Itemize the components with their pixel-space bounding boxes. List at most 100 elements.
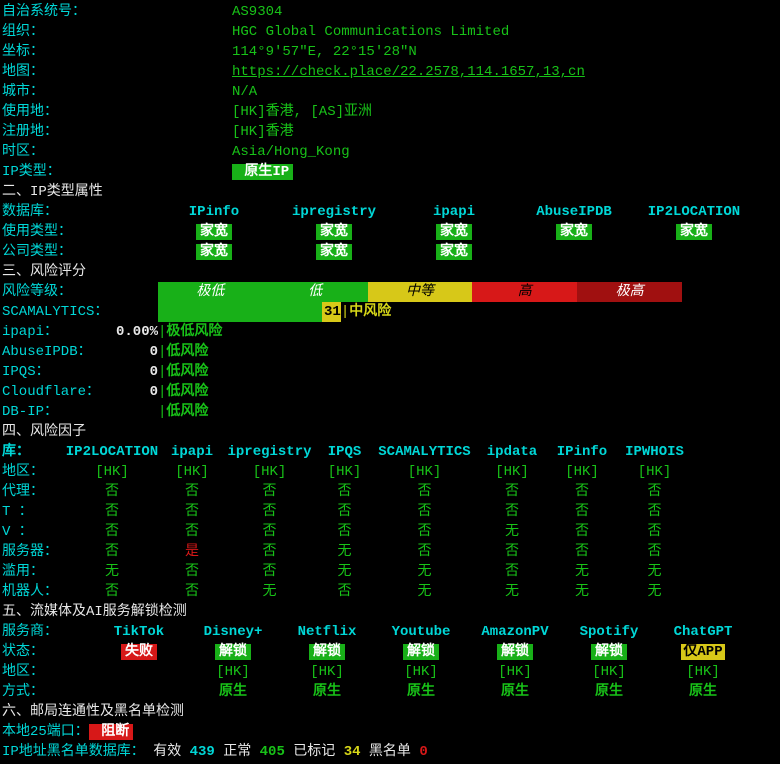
factor-row: 滥用：无否否无无否无无	[2, 562, 780, 582]
label: 使用地：	[2, 102, 232, 122]
region-cell: [HK]	[186, 662, 280, 682]
factor-cell: 否	[317, 522, 372, 542]
score: 0	[110, 362, 158, 382]
badge: 家宽	[196, 224, 232, 240]
label: 滥用：	[2, 562, 62, 582]
sep: |	[158, 322, 166, 342]
method-cell: 原生	[374, 682, 468, 702]
section-5-header: 五、流媒体及AI服务解锁检测	[2, 602, 780, 622]
factor-cell: 否	[62, 522, 162, 542]
badge: 阻断	[89, 724, 133, 740]
factor-header: ipregistry	[222, 442, 317, 462]
badge: 家宽	[676, 224, 712, 240]
map-link[interactable]: https://check.place/22.2578,114.1657,13,…	[232, 64, 585, 80]
bl-valid-label: 有效	[153, 744, 189, 760]
factor-cell: [HK]	[372, 462, 477, 482]
factor-cell: 否	[617, 542, 692, 562]
factor-cell: 无	[547, 562, 617, 582]
factor-header: IPWHOIS	[617, 442, 692, 462]
provider-header: AmazonPV	[468, 622, 562, 642]
risk-text: 低风险	[166, 342, 208, 362]
label: ipapi：	[2, 322, 110, 342]
value: HGC Global Communications Limited	[232, 24, 509, 40]
value: Asia/Hong_Kong	[232, 144, 350, 160]
label: 使用类型：	[2, 222, 154, 242]
factor-row: V ：否否否否否无否否	[2, 522, 780, 542]
region-cell: [HK]	[468, 662, 562, 682]
factor-cell: 否	[317, 582, 372, 602]
label: 服务商：	[2, 622, 92, 642]
factor-cell: 否	[62, 542, 162, 562]
method-cell: 原生	[186, 682, 280, 702]
info-reg: 注册地：[HK]香港	[2, 122, 780, 142]
factor-cell: [HK]	[317, 462, 372, 482]
factor-cell: 否	[477, 482, 547, 502]
stream-providers: 服务商： TikTokDisney+NetflixYoutubeAmazonPV…	[2, 622, 780, 642]
badge: 家宽	[316, 244, 352, 260]
status-badge: 仅APP	[681, 644, 724, 660]
factor-cell: 无	[372, 562, 477, 582]
bl-valid: 439	[190, 744, 215, 760]
info-map: 地图：https://check.place/22.2578,114.1657,…	[2, 62, 780, 82]
label: V ：	[2, 522, 62, 542]
scamalytics-row: SCAMALYTICS： 31|中风险	[2, 302, 780, 322]
cloudflare-row: Cloudflare： 0|低风险	[2, 382, 780, 402]
section-2-header: 二、IP类型属性	[2, 182, 780, 202]
iptype-usage-row: 使用类型： 家宽 家宽 家宽 家宽 家宽	[2, 222, 780, 242]
factor-cell: 否	[222, 542, 317, 562]
status-badge: 解锁	[403, 644, 439, 660]
label: 状态：	[2, 642, 92, 662]
info-asn: 自治系统号：AS9304	[2, 2, 780, 22]
label: IP类型：	[2, 162, 232, 182]
stream-region: 地区： [HK][HK][HK][HK][HK][HK]	[2, 662, 780, 682]
risk-text: 低风险	[166, 402, 208, 422]
factor-cell: 否	[222, 482, 317, 502]
factor-row: 机器人：否否无否无无无无	[2, 582, 780, 602]
risk-seg: 中等	[368, 282, 473, 302]
factor-cell: 否	[477, 562, 547, 582]
factor-cell: [HK]	[222, 462, 317, 482]
factor-header: IPinfo	[547, 442, 617, 462]
label: 地区：	[2, 662, 92, 682]
badge: 原生IP	[232, 164, 293, 180]
factor-cell: 是	[162, 542, 222, 562]
status-badge: 解锁	[497, 644, 533, 660]
badge: 家宽	[316, 224, 352, 240]
provider-header: TikTok	[92, 622, 186, 642]
provider-header: Netflix	[280, 622, 374, 642]
factor-cell: 无	[477, 522, 547, 542]
risk-text: 低风险	[166, 362, 208, 382]
factor-cell: 否	[617, 482, 692, 502]
info-usage: 使用地：[HK]香港, [AS]亚洲	[2, 102, 780, 122]
factor-cell: 否	[372, 482, 477, 502]
risk-seg: 极高	[577, 282, 682, 302]
factor-cell: [HK]	[162, 462, 222, 482]
label: 机器人：	[2, 582, 62, 602]
value: AS9304	[232, 4, 282, 20]
factor-headers: 库： IP2LOCATIONipapiipregistryIPQSSCAMALY…	[2, 442, 780, 462]
score: 0	[110, 342, 158, 362]
factor-cell: 否	[547, 522, 617, 542]
label: 代理：	[2, 482, 62, 502]
label: 地图：	[2, 62, 232, 82]
db-header: AbuseIPDB	[514, 202, 634, 222]
factor-cell: 否	[477, 502, 547, 522]
badge: 家宽	[436, 244, 472, 260]
db-header: IPinfo	[154, 202, 274, 222]
risk-seg: 低	[263, 282, 368, 302]
badge: 家宽	[556, 224, 592, 240]
factor-cell: 否	[477, 542, 547, 562]
factor-cell: 否	[317, 482, 372, 502]
factor-cell: 否	[617, 502, 692, 522]
ipqs-row: IPQS： 0|低风险	[2, 362, 780, 382]
label: 公司类型：	[2, 242, 154, 262]
method-cell: 原生	[468, 682, 562, 702]
mail-blacklist: IP地址黑名单数据库： 有效 439 正常 405 已标记 34 黑名单 0	[2, 742, 780, 762]
status-badge: 解锁	[309, 644, 345, 660]
info-iptype: IP类型： 原生IP	[2, 162, 780, 182]
label: IPQS：	[2, 362, 110, 382]
region-cell: [HK]	[280, 662, 374, 682]
label: T ：	[2, 502, 62, 522]
info-coord: 坐标：114°9′57″E, 22°15′28″N	[2, 42, 780, 62]
ipapi-row: ipapi： 0.00%|极低风险	[2, 322, 780, 342]
